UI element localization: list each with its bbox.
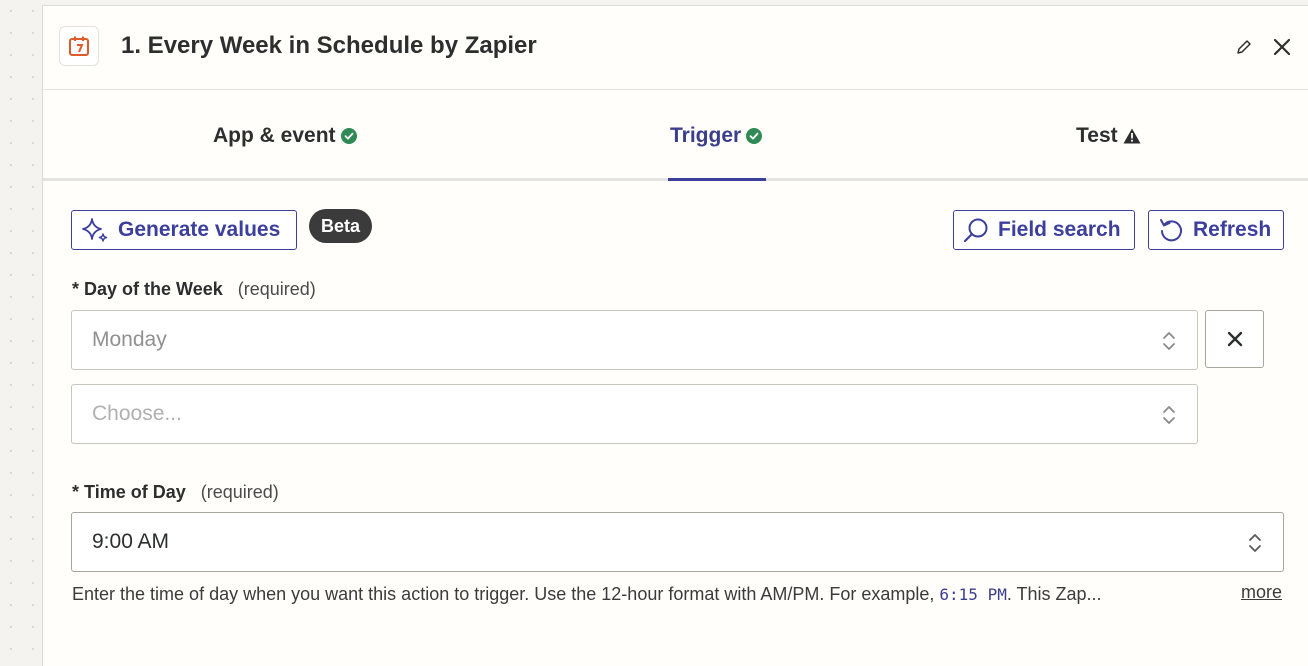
beta-badge: Beta bbox=[309, 209, 373, 243]
field-search-button[interactable]: Field search bbox=[953, 210, 1135, 250]
tab-trigger[interactable]: Trigger bbox=[670, 91, 763, 181]
tab-label: App & event bbox=[213, 124, 336, 147]
help-text-prefix: Enter the time of day when you want this… bbox=[72, 584, 940, 604]
field-label-text: Time of Day bbox=[84, 482, 186, 502]
help-example-code: 6:15 PM bbox=[939, 585, 1007, 604]
remove-value-button[interactable] bbox=[1205, 310, 1264, 368]
step-tabs: App & event Trigger Test bbox=[43, 91, 1308, 181]
day-of-week-add-select[interactable]: Choose... bbox=[71, 384, 1198, 444]
chevron-up-down-icon bbox=[1163, 406, 1175, 424]
search-icon bbox=[963, 218, 988, 243]
required-marker: * bbox=[72, 279, 80, 299]
close-icon bbox=[1273, 38, 1291, 56]
generate-values-label: Generate values bbox=[118, 218, 281, 241]
check-circle-icon bbox=[746, 128, 763, 144]
panel-header: 1. Every Week in Schedule by Zapier bbox=[43, 6, 1308, 90]
generate-values-button[interactable]: Generate values bbox=[71, 210, 297, 250]
required-text: (required) bbox=[237, 279, 316, 299]
field-search-label: Field search bbox=[998, 218, 1121, 241]
time-of-day-select[interactable]: 9:00 AM bbox=[71, 512, 1284, 572]
pencil-icon bbox=[1237, 40, 1251, 54]
help-text-suffix: . This Zap... bbox=[1006, 584, 1102, 604]
time-of-day-label: * Time of Day (required) bbox=[72, 482, 279, 503]
step-panel: 1. Every Week in Schedule by Zapier App … bbox=[42, 5, 1308, 666]
more-link[interactable]: more bbox=[1241, 582, 1282, 603]
close-icon bbox=[1227, 331, 1242, 347]
selected-value: Monday bbox=[92, 328, 167, 351]
refresh-button[interactable]: Refresh bbox=[1148, 210, 1284, 250]
day-of-week-select[interactable]: Monday bbox=[71, 310, 1198, 370]
required-text: (required) bbox=[200, 482, 279, 502]
refresh-label: Refresh bbox=[1193, 218, 1272, 241]
selected-value: 9:00 AM bbox=[92, 530, 170, 553]
refresh-icon bbox=[1160, 219, 1182, 242]
check-circle-icon bbox=[340, 128, 357, 144]
day-of-week-label: * Day of the Week (required) bbox=[72, 279, 316, 300]
page-title: 1. Every Week in Schedule by Zapier bbox=[121, 32, 537, 59]
schedule-calendar-icon bbox=[59, 26, 99, 66]
select-placeholder: Choose... bbox=[92, 402, 182, 425]
close-panel-button[interactable] bbox=[1269, 34, 1295, 60]
field-label-text: Day of the Week bbox=[84, 279, 223, 299]
chevron-up-down-icon bbox=[1249, 534, 1261, 552]
required-marker: * bbox=[72, 482, 80, 502]
tab-app-event[interactable]: App & event bbox=[213, 91, 357, 181]
time-of-day-help-text: Enter the time of day when you want this… bbox=[72, 584, 1217, 605]
chevron-up-down-icon bbox=[1163, 332, 1175, 350]
tab-label: Trigger bbox=[670, 124, 742, 147]
warning-icon bbox=[1123, 128, 1141, 144]
tab-test[interactable]: Test bbox=[1076, 91, 1141, 181]
tab-label: Test bbox=[1076, 124, 1118, 147]
active-tab-indicator bbox=[668, 178, 766, 181]
edit-title-button[interactable] bbox=[1231, 34, 1257, 60]
sparkle-icon bbox=[82, 218, 108, 242]
